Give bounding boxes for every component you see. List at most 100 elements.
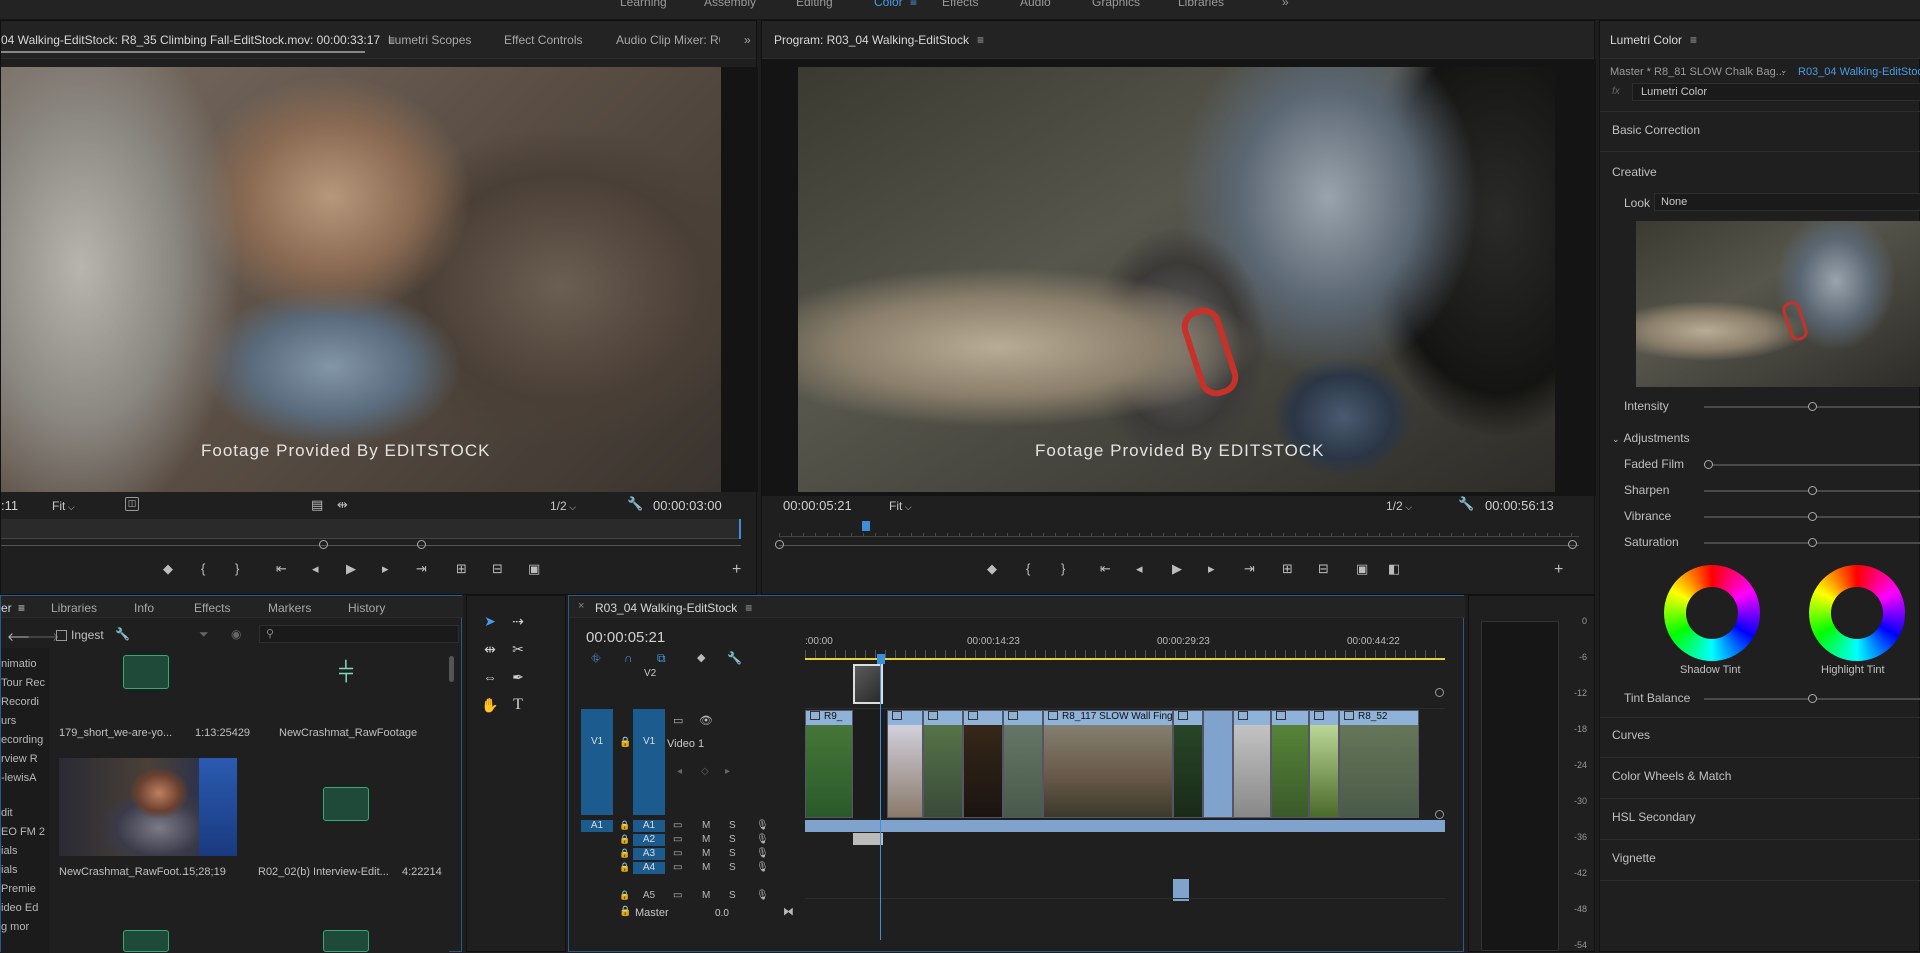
program-playhead[interactable] bbox=[862, 521, 870, 531]
master-clip-label[interactable]: Master * R8_81 SLOW Chalk Bag... bbox=[1610, 66, 1790, 78]
clip-v1[interactable] bbox=[1233, 710, 1271, 818]
program-mark-out-icon[interactable]: } bbox=[1061, 561, 1065, 576]
bin-item-name[interactable]: NewCrashmat_RawFoot... bbox=[59, 866, 188, 878]
lock-icon[interactable]: 🔒 bbox=[619, 834, 630, 845]
lock-icon[interactable]: 🔒 bbox=[619, 862, 630, 873]
zoom-handle-right[interactable] bbox=[417, 540, 426, 549]
ingest-settings-icon[interactable]: 🔧 bbox=[115, 627, 130, 641]
vibrance-knob[interactable] bbox=[1807, 512, 1817, 521]
track-target-v1[interactable]: V1 bbox=[633, 709, 665, 815]
bin-list-item[interactable]: -lewisA bbox=[1, 772, 36, 784]
saturation-knob[interactable] bbox=[1807, 538, 1817, 547]
source-resolution-dropdown[interactable]: 1/2 bbox=[550, 499, 610, 513]
linked-selection-icon[interactable]: ⧉ bbox=[657, 651, 666, 666]
mute-button[interactable]: M bbox=[702, 834, 710, 845]
program-add-marker-icon[interactable]: ◆ bbox=[987, 561, 997, 577]
sync-lock-icon[interactable]: ▭ bbox=[673, 714, 683, 727]
workspace-graphics[interactable]: Graphics bbox=[1092, 0, 1140, 9]
timeline-title[interactable]: R03_04 Walking-EditStock ≡ bbox=[595, 601, 752, 615]
clip-v1[interactable] bbox=[887, 710, 923, 818]
keyframe-prev-icon[interactable]: ◂ bbox=[677, 766, 682, 777]
close-tab-icon[interactable]: × bbox=[578, 600, 584, 612]
sharpen-knob[interactable] bbox=[1807, 486, 1817, 495]
snap-icon[interactable]: ∩ bbox=[624, 651, 633, 665]
type-tool-icon[interactable]: T bbox=[507, 694, 529, 716]
section-color-wheels[interactable]: Color Wheels & Match bbox=[1612, 769, 1731, 783]
program-go-to-in-icon[interactable]: ⇤ bbox=[1100, 561, 1111, 577]
mute-button[interactable]: M bbox=[702, 848, 710, 859]
program-scrub-bar[interactable] bbox=[779, 521, 1579, 537]
forward-arrow-icon[interactable]: 🡒 bbox=[27, 629, 59, 644]
selection-tool-icon[interactable]: ➤ bbox=[479, 610, 501, 632]
filter-icon[interactable]: ⏷ bbox=[199, 627, 209, 642]
slip-tool-icon[interactable]: ⇔ bbox=[479, 666, 501, 688]
step-back-icon[interactable]: ◂ bbox=[312, 561, 319, 577]
extract-icon[interactable]: ⊟ bbox=[1318, 561, 1329, 577]
solo-button[interactable]: S bbox=[729, 848, 736, 859]
sync-lock-icon[interactable]: ▭ bbox=[673, 848, 682, 859]
bin-item-name[interactable]: NewCrashmat_RawFootage bbox=[279, 727, 417, 739]
tab-history[interactable]: History bbox=[348, 601, 385, 615]
timeline-playhead-handle[interactable] bbox=[877, 654, 885, 664]
faded-film-slider[interactable] bbox=[1704, 460, 1920, 469]
multicam-thumbnail-icon[interactable]: ⫩ bbox=[325, 653, 367, 693]
workspace-more-icon[interactable]: » bbox=[1282, 0, 1289, 9]
panel-menu-icon[interactable]: ≡ bbox=[977, 33, 984, 47]
add-marker-icon[interactable]: ◆ bbox=[163, 561, 173, 577]
bin-item-name[interactable]: R02_02(b) Interview-Edit... bbox=[258, 866, 389, 878]
tint-balance-knob[interactable] bbox=[1807, 694, 1817, 703]
look-select[interactable]: None bbox=[1654, 193, 1920, 211]
add-button-icon[interactable]: + bbox=[732, 561, 741, 579]
clip-v1[interactable]: R9_ bbox=[805, 710, 853, 818]
program-export-frame-icon[interactable]: ▣ bbox=[1356, 561, 1368, 577]
track-target-a1[interactable]: A1 bbox=[633, 820, 665, 832]
insert-icon[interactable]: ▤ bbox=[311, 497, 323, 513]
effect-select[interactable]: Lumetri Color bbox=[1632, 83, 1920, 101]
more-tabs-icon[interactable]: » bbox=[744, 33, 751, 47]
tab-audio-clip-mixer[interactable]: Audio Clip Mixer: R03 bbox=[616, 33, 720, 47]
audio-thumbnail-icon[interactable] bbox=[123, 930, 169, 952]
section-hsl-secondary[interactable]: HSL Secondary bbox=[1612, 810, 1696, 824]
overwrite-button-icon[interactable]: ⊟ bbox=[492, 561, 503, 577]
tab-markers[interactable]: Markers bbox=[268, 601, 311, 615]
clip-v1[interactable] bbox=[923, 710, 963, 818]
source-patch-a1[interactable]: A1 bbox=[581, 820, 613, 832]
workspace-assembly[interactable]: Assembly bbox=[704, 0, 756, 9]
a1-audio-clips[interactable] bbox=[805, 820, 1445, 832]
toggle-output-eye-icon[interactable]: 👁 bbox=[699, 714, 713, 727]
tab-effect-controls[interactable]: Effect Controls bbox=[504, 33, 582, 47]
section-adjustments[interactable]: ⌄ Adjustments bbox=[1612, 431, 1690, 445]
go-to-in-icon[interactable]: ⇤ bbox=[276, 561, 287, 577]
solo-button[interactable]: S bbox=[729, 834, 736, 845]
source-fit-dropdown[interactable]: Fit bbox=[52, 499, 110, 513]
source-timecode[interactable]: :11 bbox=[1, 498, 18, 513]
workspace-libraries[interactable]: Libraries bbox=[1178, 0, 1224, 9]
clip-v1[interactable] bbox=[1271, 710, 1309, 818]
solo-button[interactable]: S bbox=[729, 890, 736, 901]
track-target-a4[interactable]: A4 bbox=[633, 862, 665, 874]
solo-button[interactable]: S bbox=[729, 820, 736, 831]
bin-list-item[interactable]: ials bbox=[1, 845, 18, 857]
program-resolution-dropdown[interactable]: 1/2 bbox=[1386, 499, 1446, 513]
lumetri-title[interactable]: Lumetri Color ≡ bbox=[1610, 33, 1697, 47]
mute-button[interactable]: M bbox=[702, 862, 710, 873]
sync-lock-icon[interactable]: ▭ bbox=[673, 890, 682, 901]
bin-list-item[interactable]: rview R bbox=[1, 753, 38, 765]
shadow-tint-wheel[interactable] bbox=[1664, 565, 1760, 661]
timeline-settings-icon[interactable]: 🔧 bbox=[727, 651, 742, 665]
panel-menu-icon[interactable]: ≡ bbox=[1690, 33, 1697, 47]
master-value[interactable]: 0.0 bbox=[715, 908, 729, 919]
wrench-icon[interactable]: 🔧 bbox=[627, 496, 643, 512]
v-zoom-handle[interactable] bbox=[1435, 688, 1444, 697]
bin-list-item[interactable]: ials bbox=[1, 864, 18, 876]
tab-source[interactable]: 04 Walking-EditStock: R8_35 Climbing Fal… bbox=[1, 33, 395, 47]
mark-out-icon[interactable]: } bbox=[235, 561, 239, 576]
mark-in-icon[interactable]: { bbox=[201, 561, 205, 576]
bin-list-item[interactable]: EO FM 2 bbox=[1, 826, 45, 838]
workspace-editing[interactable]: Editing bbox=[796, 0, 833, 9]
source-playhead[interactable] bbox=[739, 519, 741, 539]
voice-over-mic-icon[interactable]: 🎙 bbox=[756, 834, 769, 845]
workspace-audio[interactable]: Audio bbox=[1020, 0, 1051, 9]
lock-icon[interactable]: 🔒 bbox=[619, 848, 630, 859]
section-basic-correction[interactable]: Basic Correction bbox=[1612, 123, 1700, 137]
